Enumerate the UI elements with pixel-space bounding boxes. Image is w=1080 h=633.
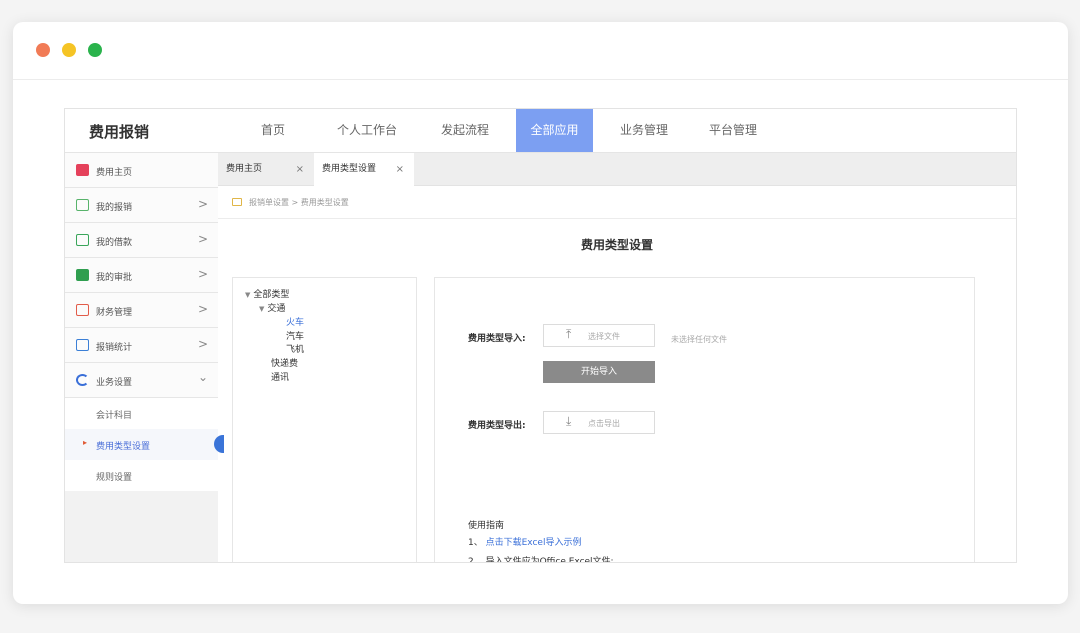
guide-step-number: 1、 xyxy=(468,538,483,548)
download-icon: ⤓ xyxy=(566,414,572,428)
app-brand: 费用报销 xyxy=(89,123,150,141)
sidebar-item-reimbursement-stats[interactable]: 报销统计 > xyxy=(65,328,218,363)
expense-app: 费用报销 首页 个人工作台 发起流程 全部应用 业务管理 平台管理 费用主页 我… xyxy=(64,108,1017,563)
close-icon[interactable]: × xyxy=(396,153,404,186)
reimburse-icon xyxy=(76,199,89,211)
upload-icon: ⤒ xyxy=(566,327,572,341)
sidebar-item-my-approvals[interactable]: 我的审批 > xyxy=(65,258,218,293)
tree-node-express[interactable]: 快递费 xyxy=(271,356,298,369)
nav-personal-workbench[interactable]: 个人工作台 xyxy=(323,109,411,152)
sidebar-item-business-settings[interactable]: 业务设置 ⌄ xyxy=(65,363,218,398)
export-button-label: 点击导出 xyxy=(588,419,620,428)
chevron-down-icon: ⌄ xyxy=(197,370,208,384)
nav-business-management[interactable]: 业务管理 xyxy=(606,109,682,152)
sidebar-subitem-label: 费用类型设置 xyxy=(96,442,151,452)
chevron-right-icon: > xyxy=(197,302,208,316)
no-file-hint: 未选择任何文件 xyxy=(671,335,727,344)
tab-label: 费用主页 xyxy=(226,164,263,174)
tree-node-traffic[interactable]: ▼ 交通 xyxy=(259,301,285,314)
sidebar-subitem-rule-settings[interactable]: 规则设置 xyxy=(65,460,218,491)
import-export-panel: 费用类型导入: ⤒ 选择文件 未选择任何文件 开始导入 费用类型导出: ⤓ 点击… xyxy=(434,277,975,563)
sidebar-item-label: 财务管理 xyxy=(96,308,133,318)
close-window-dot[interactable] xyxy=(36,43,50,57)
caret-down-icon: ▼ xyxy=(259,305,265,313)
window-titlebar xyxy=(13,22,1068,80)
tree-node-plane[interactable]: 飞机 xyxy=(286,342,304,355)
guide-step-2: 2、 导入文件应为Office Excel文件; xyxy=(468,557,614,563)
tab-bar: 费用主页 × 费用类型设置 × xyxy=(218,153,1016,186)
settings-icon xyxy=(76,374,89,386)
sidebar-item-label: 我的审批 xyxy=(96,273,133,283)
collapse-handle[interactable] xyxy=(214,435,224,453)
close-icon[interactable]: × xyxy=(296,153,304,186)
sidebar-subitem-expense-type-settings[interactable]: ▸ 费用类型设置 xyxy=(65,429,224,460)
nav-home[interactable]: 首页 xyxy=(235,109,311,152)
chevron-right-icon: > xyxy=(197,197,208,211)
expense-home-icon xyxy=(76,164,89,176)
active-marker-icon: ▸ xyxy=(83,438,88,447)
approval-icon xyxy=(76,269,89,281)
loan-icon xyxy=(76,234,89,246)
breadcrumb: 报销单设置 > 费用类型设置 xyxy=(218,186,1016,219)
finance-icon xyxy=(76,304,89,316)
choose-file-label: 选择文件 xyxy=(588,332,620,341)
sidebar-item-label: 业务设置 xyxy=(96,378,133,388)
tree-node-comms[interactable]: 通讯 xyxy=(271,370,289,383)
app-window: 费用报销 首页 个人工作台 发起流程 全部应用 业务管理 平台管理 费用主页 我… xyxy=(13,22,1068,604)
breadcrumb-text[interactable]: 报销单设置 > 费用类型设置 xyxy=(249,197,349,208)
sidebar-subitem-accounting-subjects[interactable]: 会计科目 xyxy=(65,398,218,429)
chevron-right-icon: > xyxy=(197,232,208,246)
minimize-window-dot[interactable] xyxy=(62,43,76,57)
expense-type-tree: ▼ 全部类型 ▼ 交通 火车 汽车 飞机 快递费 通讯 xyxy=(232,277,417,562)
tree-node-label: 全部类型 xyxy=(253,290,290,300)
nav-all-apps[interactable]: 全部应用 xyxy=(516,109,593,152)
tree-node-train[interactable]: 火车 xyxy=(286,315,304,328)
nav-start-process[interactable]: 发起流程 xyxy=(425,109,505,152)
sidebar-item-label: 我的借款 xyxy=(96,238,133,248)
sidebar-item-label: 费用主页 xyxy=(96,168,133,178)
sidebar-item-my-reimbursement[interactable]: 我的报销 > xyxy=(65,188,218,223)
import-label: 费用类型导入: xyxy=(468,334,526,344)
download-example-link[interactable]: 点击下载Excel导入示例 xyxy=(486,538,582,548)
sidebar-item-finance-management[interactable]: 财务管理 > xyxy=(65,293,218,328)
export-button[interactable]: ⤓ 点击导出 xyxy=(543,411,655,434)
tab-expense-type-settings[interactable]: 费用类型设置 × xyxy=(314,153,414,186)
tab-expense-home[interactable]: 费用主页 × xyxy=(218,153,314,186)
top-navigation: 费用报销 首页 个人工作台 发起流程 全部应用 业务管理 平台管理 xyxy=(65,109,1016,153)
start-import-button[interactable]: 开始导入 xyxy=(543,361,655,383)
tree-node-all-types[interactable]: ▼ 全部类型 xyxy=(245,287,289,300)
guide-title: 使用指南 xyxy=(468,521,505,531)
sidebar-item-label: 我的报销 xyxy=(96,203,133,213)
tree-node-car[interactable]: 汽车 xyxy=(286,329,304,342)
choose-file-button[interactable]: ⤒ 选择文件 xyxy=(543,324,655,347)
stats-icon xyxy=(76,339,89,351)
chevron-right-icon: > xyxy=(197,267,208,281)
folder-icon xyxy=(232,198,242,206)
chevron-right-icon: > xyxy=(197,337,208,351)
guide-step-1: 1、 点击下载Excel导入示例 xyxy=(468,535,581,548)
maximize-window-dot[interactable] xyxy=(88,43,102,57)
tree-node-label: 交通 xyxy=(267,304,286,314)
tab-label: 费用类型设置 xyxy=(322,164,377,174)
sidebar-item-my-loans[interactable]: 我的借款 > xyxy=(65,223,218,258)
sidebar-item-label: 报销统计 xyxy=(96,343,133,353)
sidebar-subitem-label: 会计科目 xyxy=(96,411,133,421)
sidebar-subitem-label: 规则设置 xyxy=(96,473,133,483)
sidebar-item-expense-home[interactable]: 费用主页 xyxy=(65,153,218,188)
page-title: 费用类型设置 xyxy=(580,238,653,252)
caret-down-icon: ▼ xyxy=(245,291,251,299)
sidebar: 费用主页 我的报销 > 我的借款 > 我的审批 > 财务管理 > 报销统计 > … xyxy=(65,153,224,562)
export-label: 费用类型导出: xyxy=(468,421,526,431)
nav-platform-management[interactable]: 平台管理 xyxy=(695,109,771,152)
